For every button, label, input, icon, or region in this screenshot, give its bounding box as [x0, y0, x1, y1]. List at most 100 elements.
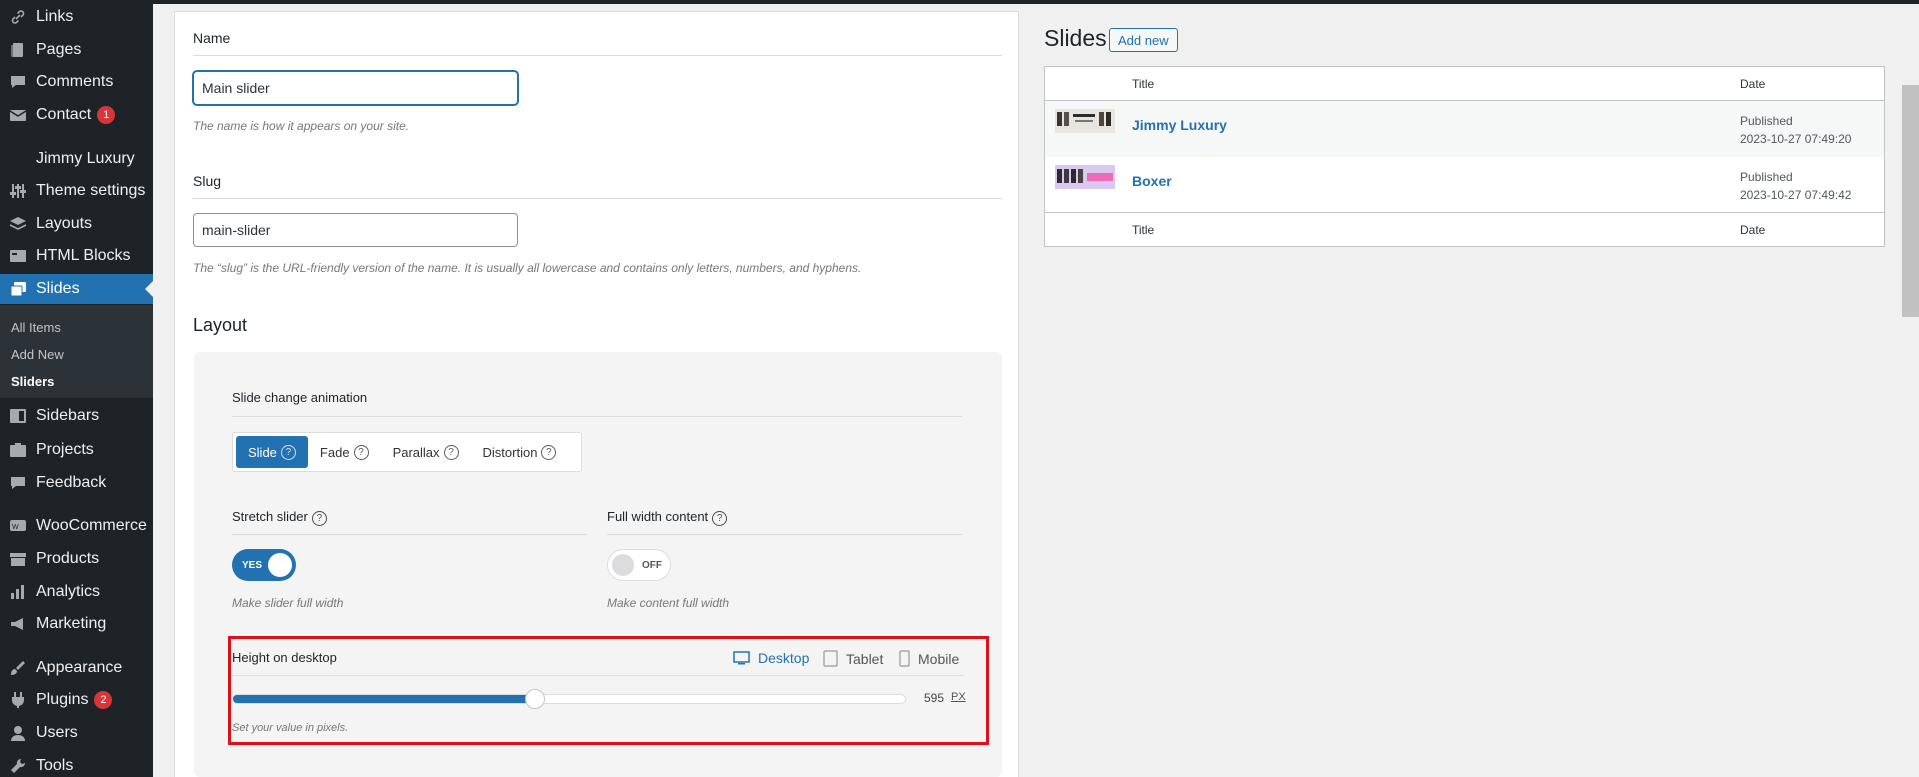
sidebar-item-appearance[interactable]: Appearance — [0, 653, 153, 683]
slug-input[interactable]: main-slider — [193, 213, 518, 247]
slug-hint: The “slug” is the URL-friendly version o… — [193, 261, 862, 275]
height-slider[interactable] — [232, 689, 906, 709]
height-hint: Set your value in pixels. — [232, 722, 349, 734]
stretch-slider-toggle[interactable]: YES — [232, 549, 296, 581]
sidebar-item-theme-settings[interactable]: Theme settings — [0, 176, 153, 206]
sidebar-item-contact[interactable]: Contact 1 — [0, 100, 153, 130]
top-bar — [0, 0, 1919, 4]
sidebar-item-label: Comments — [36, 73, 114, 90]
table-row: Boxer Published 2023-10-27 07:49:42 — [1045, 157, 1884, 213]
help-icon[interactable]: ? — [353, 444, 369, 460]
projects-icon — [9, 441, 27, 459]
device-tablet[interactable]: Tablet — [823, 650, 883, 667]
sidebar-item-tools[interactable]: Tools — [0, 751, 153, 777]
slide-title-link[interactable]: Jimmy Luxury — [1132, 117, 1227, 133]
sidebar-item-label: Plugins — [36, 691, 89, 708]
slide-date: Published 2023-10-27 07:49:42 — [1740, 170, 1852, 202]
animation-option-distortion[interactable]: Distortion? — [471, 436, 569, 468]
add-new-button[interactable]: Add new — [1109, 28, 1178, 52]
column-date-footer[interactable]: Date — [1740, 223, 1765, 237]
table-row: Jimmy Luxury Published 2023-10-27 07:49:2… — [1045, 101, 1884, 157]
sidebar-item-links[interactable]: Links — [0, 2, 153, 32]
sidebar-item-label: Pages — [36, 41, 82, 58]
animation-option-parallax[interactable]: Parallax? — [381, 436, 471, 468]
feedback-icon — [9, 474, 27, 492]
plugin-icon — [9, 691, 27, 709]
slide-thumbnail — [1055, 165, 1115, 189]
help-icon[interactable]: ? — [311, 511, 327, 526]
help-icon[interactable]: ? — [541, 444, 557, 460]
column-title-footer[interactable]: Title — [1132, 223, 1154, 237]
column-title[interactable]: Title — [1132, 77, 1154, 91]
slug-label: Slug — [193, 173, 222, 189]
full-width-content-label: Full width content? — [607, 509, 728, 526]
sidebar-item-projects[interactable]: Projects — [0, 435, 153, 465]
sidebar-item-pages[interactable]: Pages — [0, 35, 153, 65]
full-width-hint: Make content full width — [607, 596, 730, 610]
name-input[interactable]: Main slider — [193, 71, 518, 105]
sidebar-item-marketing[interactable]: Marketing — [0, 609, 153, 639]
slides-submenu: All Items Add New Sliders — [0, 305, 153, 398]
device-mobile[interactable]: Mobile — [899, 650, 959, 667]
sidebar-item-sidebars[interactable]: Sidebars — [0, 401, 153, 431]
layers-icon — [9, 215, 27, 233]
sidebar-item-label: Appearance — [36, 659, 123, 676]
help-icon[interactable]: ? — [712, 511, 728, 526]
full-width-content-toggle[interactable]: OFF — [607, 549, 671, 581]
sidebar-item-comments[interactable]: Comments — [0, 67, 153, 97]
blocks-icon — [9, 247, 27, 265]
divider — [232, 675, 964, 676]
desktop-icon — [733, 650, 750, 664]
admin-sidebar: All Items Add New Sliders Links Pages Comm… — [0, 0, 153, 777]
sidebar-item-label: Jimmy Luxury — [36, 150, 135, 167]
divider — [232, 534, 587, 535]
name-hint: The name is how it appears on your site. — [193, 119, 410, 133]
wrench-icon — [9, 757, 27, 775]
animation-option-fade[interactable]: Fade? — [308, 436, 381, 468]
divider — [193, 55, 1002, 56]
brush-icon — [9, 659, 27, 677]
sidebar-item-jimmy-luxury[interactable]: Jimmy Luxury — [0, 144, 153, 174]
sidebar-item-label: Feedback — [36, 474, 107, 491]
comment-icon — [9, 73, 27, 91]
mobile-icon — [899, 650, 910, 667]
megaphone-icon — [9, 615, 27, 633]
scrollbar[interactable] — [1902, 85, 1919, 317]
sidebar-item-label: HTML Blocks — [36, 247, 131, 264]
sidebar-item-analytics[interactable]: Analytics — [0, 577, 153, 607]
archive-icon — [9, 550, 27, 568]
height-unit[interactable]: PX — [951, 691, 966, 703]
slides-icon — [9, 280, 27, 298]
slide-title-link[interactable]: Boxer — [1132, 173, 1172, 189]
name-label: Name — [193, 30, 231, 46]
woo-icon: W — [9, 517, 27, 535]
sidebar-item-layouts[interactable]: Layouts — [0, 209, 153, 239]
svg-text:W: W — [12, 524, 19, 531]
submenu-sliders[interactable]: Sliders — [11, 374, 54, 389]
sidebar-item-woocommerce[interactable]: W WooCommerce — [0, 511, 153, 541]
sidebar-item-products[interactable]: Products — [0, 544, 153, 574]
sidebar-item-plugins[interactable]: Plugins 2 — [0, 685, 153, 715]
blank-icon — [9, 150, 27, 168]
divider — [607, 534, 962, 535]
submenu-add-new[interactable]: Add New — [11, 347, 64, 362]
sidebar-item-slides[interactable]: Slides — [0, 274, 153, 304]
slide-date: Published 2023-10-27 07:49:20 — [1740, 114, 1852, 146]
submenu-all-items[interactable]: All Items — [11, 320, 61, 335]
help-icon[interactable]: ? — [280, 444, 296, 460]
layout-heading: Layout — [193, 315, 248, 335]
column-date[interactable]: Date — [1740, 77, 1765, 91]
sidebar-item-feedback[interactable]: Feedback — [0, 468, 153, 498]
link-icon — [9, 8, 27, 26]
sliders-icon — [9, 182, 27, 200]
help-icon[interactable]: ? — [443, 444, 459, 460]
divider — [1045, 212, 1884, 213]
tablet-icon — [823, 650, 838, 667]
sidebar-item-html-blocks[interactable]: HTML Blocks — [0, 241, 153, 271]
animation-selector: Slide? Fade? Parallax? Distortion? — [232, 432, 582, 472]
sidebar-item-users[interactable]: Users — [0, 718, 153, 748]
mail-icon — [9, 106, 27, 124]
notification-badge: 2 — [94, 691, 113, 709]
animation-option-slide[interactable]: Slide? — [236, 436, 308, 468]
device-desktop[interactable]: Desktop — [733, 650, 809, 666]
